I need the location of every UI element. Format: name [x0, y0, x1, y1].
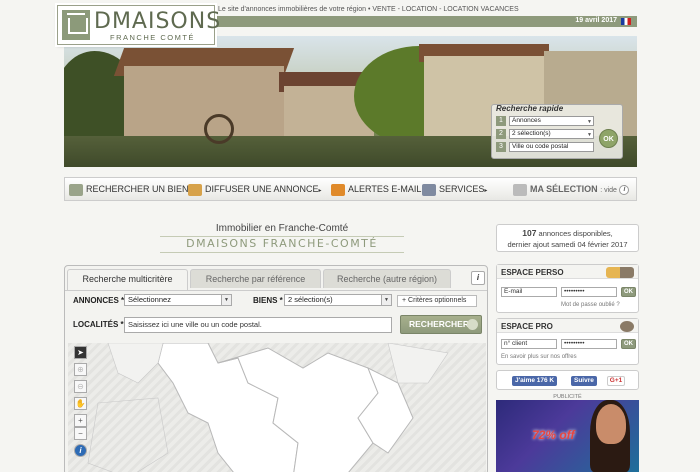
brand-heading: DMAISONS FRANCHE-COMTÉ: [186, 237, 378, 250]
localites-label: LOCALITÉS *: [73, 320, 124, 329]
step-number: 2: [496, 129, 506, 139]
advertisement[interactable]: 72% off: [496, 400, 639, 472]
annonces-label: ANNONCES *: [73, 296, 125, 305]
biens-label: BIENS *: [253, 296, 283, 305]
nav-services[interactable]: SERVICES▸: [422, 178, 487, 200]
logo-house-icon: [62, 10, 90, 40]
biens-select[interactable]: 2 sélection(s) ▼: [284, 294, 392, 306]
quick-row-annonces[interactable]: 1 Annonces ▼: [496, 116, 596, 126]
pan-hand-icon[interactable]: ✋: [74, 397, 87, 410]
google-plus-button[interactable]: G+1: [607, 376, 625, 386]
pro-user-icon: [620, 321, 634, 332]
french-flag-icon[interactable]: [621, 18, 631, 25]
map-regions-svg: [87, 343, 449, 472]
logo-title: DMAISONS: [94, 9, 222, 34]
quick-row-ville[interactable]: 3 Ville ou code postal: [496, 142, 596, 152]
tab-reference[interactable]: Recherche par référence: [190, 269, 321, 288]
tab-autre-region[interactable]: Recherche (autre région): [323, 269, 451, 288]
main-nav: RECHERCHER UN BIEN▸ DIFFUSER UNE ANNONCE…: [64, 177, 637, 201]
nav-alertes[interactable]: ALERTES E-MAIL: [331, 178, 421, 200]
current-date: 19 avril 2017: [575, 17, 617, 24]
facebook-like-button[interactable]: J'aime 176 K: [512, 376, 558, 386]
pro-password-field[interactable]: •••••••••: [561, 339, 617, 349]
quick-search-ok-button[interactable]: OK: [599, 129, 618, 148]
espace-pro-box: ESPACE PRO n° client ••••••••• OK En sav…: [496, 318, 639, 365]
info-icon[interactable]: i: [471, 271, 485, 285]
annonces-count: 107: [522, 228, 537, 238]
region-map[interactable]: ➤ ⊕ ⊖ ✋ + − i: [68, 343, 486, 472]
selection-icon: [513, 183, 527, 196]
megaphone-icon: [188, 183, 202, 196]
zoom-in-icon[interactable]: +: [74, 414, 87, 427]
dispo-text: annonces disponibles,: [536, 229, 613, 238]
espace-perso-box: ESPACE PERSO E-mail ••••••••• OK Mot de …: [496, 264, 639, 313]
site-tagline: Le site d'annonces immobilières de votre…: [218, 6, 519, 13]
annonces-dispo-box: 107 annonces disponibles, dernier ajout …: [496, 224, 639, 252]
ad-model-face: [596, 404, 626, 444]
quick-search-title: Recherche rapide: [496, 104, 564, 113]
top-bar: DMAISONS FRANCHE COMTÉ Le site d'annonce…: [0, 0, 700, 45]
nav-rechercher[interactable]: RECHERCHER UN BIEN▸: [69, 178, 192, 200]
rechercher-button[interactable]: RECHERCHER: [400, 315, 482, 334]
search-panel: Recherche multicritère Recherche par réf…: [64, 265, 488, 472]
nav-diffuser[interactable]: DIFFUSER UNE ANNONCE▸: [188, 178, 322, 200]
quick-biens-select[interactable]: 2 sélection(s) ▼: [509, 129, 594, 139]
offres-link[interactable]: En savoir plus sur nos offres: [501, 354, 577, 360]
login-ok-button[interactable]: OK: [621, 287, 636, 297]
info-icon[interactable]: i: [619, 184, 630, 195]
quick-search-box: Recherche rapide 1 Annonces ▼ 2 2 sélecti…: [491, 104, 623, 159]
site-logo[interactable]: DMAISONS FRANCHE COMTÉ: [57, 5, 220, 45]
zoom-area-icon[interactable]: ⊕: [74, 363, 87, 376]
user-login-icon: [606, 267, 634, 278]
espace-pro-title: ESPACE PRO: [497, 319, 638, 333]
annonces-select[interactable]: Sélectionnez ▼: [124, 294, 232, 306]
step-number: 1: [496, 116, 506, 126]
chevron-down-icon: ▼: [221, 295, 231, 305]
password-field[interactable]: •••••••••: [561, 287, 617, 297]
client-number-field[interactable]: n° client: [501, 339, 557, 349]
divider: [160, 252, 404, 253]
localites-input[interactable]: Saisissez ici une ville ou un code posta…: [124, 317, 392, 333]
chevron-down-icon: ▼: [587, 119, 592, 125]
nav-ma-selection[interactable]: MA SÉLECTION : vide i: [513, 178, 630, 200]
ad-offer-text: 72% off: [532, 428, 575, 442]
step-number: 3: [496, 142, 506, 152]
chevron-down-icon: ▼: [587, 132, 592, 138]
quick-ville-input[interactable]: Ville ou code postal: [509, 142, 594, 152]
pointer-icon[interactable]: ➤: [74, 346, 87, 359]
selection-state: : vide: [600, 187, 617, 194]
services-icon: [422, 183, 436, 196]
map-toolbar: ➤ ⊕ ⊖ ✋ + − i: [74, 346, 88, 461]
dernier-ajout: dernier ajout samedi 04 février 2017: [507, 240, 628, 249]
tab-multicritere[interactable]: Recherche multicritère: [67, 269, 188, 290]
page: DMAISONS FRANCHE COMTÉ Le site d'annonce…: [0, 0, 700, 472]
chevron-down-icon: ▼: [381, 295, 391, 305]
pro-login-ok-button[interactable]: OK: [621, 339, 636, 349]
social-box: J'aime 176 K Suivre G+1: [496, 370, 639, 390]
watermill-wheel: [204, 114, 234, 144]
criteres-optionnels-button[interactable]: + Critères optionnels: [397, 295, 477, 307]
zoom-out-area-icon[interactable]: ⊖: [74, 380, 87, 393]
quick-annonces-select[interactable]: Annonces ▼: [509, 116, 594, 126]
email-alert-icon: [331, 183, 345, 196]
logo-subtitle: FRANCHE COMTÉ: [110, 33, 195, 42]
section-heading: Immobilier en Franche-Comté: [215, 223, 349, 234]
zoom-out-icon[interactable]: −: [74, 427, 87, 440]
date-bar: 19 avril 2017: [215, 16, 637, 27]
facebook-follow-button[interactable]: Suivre: [571, 376, 597, 386]
quick-row-biens[interactable]: 2 2 sélection(s) ▼: [496, 129, 596, 139]
house-icon: [69, 183, 83, 196]
forgot-password-link[interactable]: Mot de passe oublié ?: [561, 302, 620, 308]
email-field[interactable]: E-mail: [501, 287, 557, 297]
info-icon[interactable]: i: [74, 444, 87, 457]
